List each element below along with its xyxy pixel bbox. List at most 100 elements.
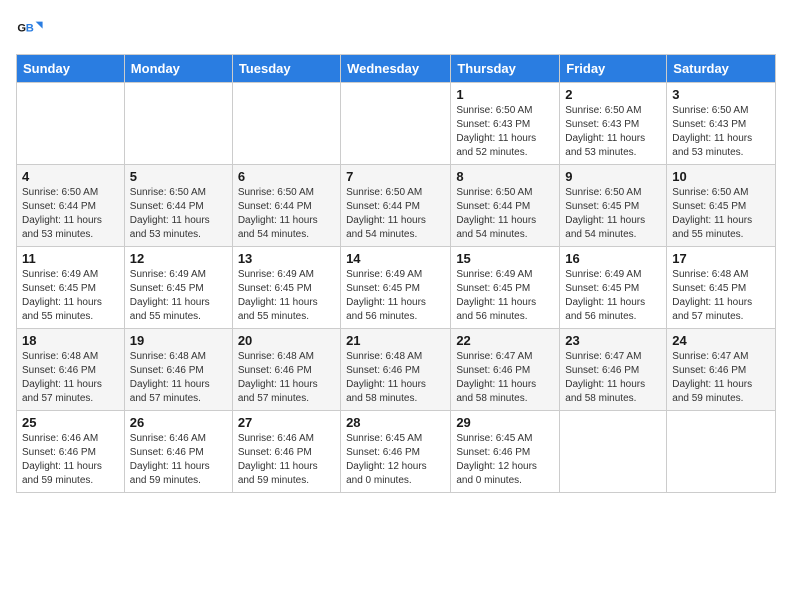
day-number: 9 (565, 169, 661, 184)
day-number: 16 (565, 251, 661, 266)
calendar-cell: 23 Sunrise: 6:47 AM Sunset: 6:46 PM Dayli… (560, 329, 667, 411)
day-info: Sunrise: 6:49 AM Sunset: 6:45 PM Dayligh… (238, 268, 335, 324)
svg-text:B: B (26, 22, 34, 34)
col-header-saturday: Saturday (667, 55, 776, 83)
calendar-cell: 3Sunrise: 6:50 AM Sunset: 6:43 PM Daylig… (667, 83, 776, 165)
calendar-cell: 25 Sunrise: 6:46 AM Sunset: 6:46 PM Dayli… (17, 411, 125, 493)
calendar-cell: 21 Sunrise: 6:48 AM Sunset: 6:46 PM Dayli… (341, 329, 451, 411)
day-info: Sunrise: 6:46 AM Sunset: 6:46 PM Dayligh… (238, 432, 335, 488)
day-info: Sunrise: 6:49 AM Sunset: 6:45 PM Dayligh… (22, 268, 119, 324)
calendar-cell (667, 411, 776, 493)
calendar-cell: 20Sunrise: 6:48 AM Sunset: 6:46 PM Dayli… (232, 329, 340, 411)
day-info: Sunrise: 6:50 AM Sunset: 6:43 PM Dayligh… (672, 104, 770, 160)
page-header: G B (16, 16, 776, 44)
col-header-sunday: Sunday (17, 55, 125, 83)
calendar-cell: 2 Sunrise: 6:50 AM Sunset: 6:43 PM Daylig… (560, 83, 667, 165)
day-info: Sunrise: 6:49 AM Sunset: 6:45 PM Dayligh… (456, 268, 554, 324)
day-number: 14 (346, 251, 445, 266)
day-number: 7 (346, 169, 445, 184)
calendar-cell: 17 Sunrise: 6:48 AM Sunset: 6:45 PM Dayli… (667, 247, 776, 329)
day-number: 1 (456, 87, 554, 102)
day-info: Sunrise: 6:50 AM Sunset: 6:44 PM Dayligh… (238, 186, 335, 242)
day-number: 15 (456, 251, 554, 266)
day-info: Sunrise: 6:47 AM Sunset: 6:46 PM Dayligh… (565, 350, 661, 406)
calendar-cell: 19 Sunrise: 6:48 AM Sunset: 6:46 PM Dayli… (124, 329, 232, 411)
day-number: 13 (238, 251, 335, 266)
day-info: Sunrise: 6:48 AM Sunset: 6:46 PM Dayligh… (346, 350, 445, 406)
day-number: 17 (672, 251, 770, 266)
day-info: Sunrise: 6:50 AM Sunset: 6:45 PM Dayligh… (565, 186, 661, 242)
calendar-cell: 7 Sunrise: 6:50 AM Sunset: 6:44 PM Daylig… (341, 165, 451, 247)
day-number: 26 (130, 415, 227, 430)
col-header-wednesday: Wednesday (341, 55, 451, 83)
day-info: Sunrise: 6:46 AM Sunset: 6:46 PM Dayligh… (22, 432, 119, 488)
col-header-thursday: Thursday (451, 55, 560, 83)
calendar-cell: 4 Sunrise: 6:50 AM Sunset: 6:44 PM Daylig… (17, 165, 125, 247)
day-info: Sunrise: 6:49 AM Sunset: 6:45 PM Dayligh… (346, 268, 445, 324)
day-info: Sunrise: 6:47 AM Sunset: 6:46 PM Dayligh… (672, 350, 770, 406)
calendar-cell: 27 Sunrise: 6:46 AM Sunset: 6:46 PM Dayli… (232, 411, 340, 493)
calendar-cell: 1 Sunrise: 6:50 AM Sunset: 6:43 PM Daylig… (451, 83, 560, 165)
calendar-cell (124, 83, 232, 165)
day-info: Sunrise: 6:50 AM Sunset: 6:43 PM Dayligh… (456, 104, 554, 160)
calendar-cell: 15 Sunrise: 6:49 AM Sunset: 6:45 PM Dayli… (451, 247, 560, 329)
day-info: Sunrise: 6:50 AM Sunset: 6:44 PM Dayligh… (130, 186, 227, 242)
calendar-cell: 6 Sunrise: 6:50 AM Sunset: 6:44 PM Daylig… (232, 165, 340, 247)
calendar-cell: 8Sunrise: 6:50 AM Sunset: 6:44 PM Daylig… (451, 165, 560, 247)
calendar-cell: 22 Sunrise: 6:47 AM Sunset: 6:46 PM Dayli… (451, 329, 560, 411)
day-info: Sunrise: 6:50 AM Sunset: 6:44 PM Dayligh… (456, 186, 554, 242)
col-header-tuesday: Tuesday (232, 55, 340, 83)
day-number: 4 (22, 169, 119, 184)
calendar-cell (17, 83, 125, 165)
calendar-cell: 13 Sunrise: 6:49 AM Sunset: 6:45 PM Dayli… (232, 247, 340, 329)
day-number: 6 (238, 169, 335, 184)
day-info: Sunrise: 6:50 AM Sunset: 6:44 PM Dayligh… (346, 186, 445, 242)
calendar-cell (232, 83, 340, 165)
day-info: Sunrise: 6:47 AM Sunset: 6:46 PM Dayligh… (456, 350, 554, 406)
day-number: 21 (346, 333, 445, 348)
day-info: Sunrise: 6:50 AM Sunset: 6:44 PM Dayligh… (22, 186, 119, 242)
day-info: Sunrise: 6:46 AM Sunset: 6:46 PM Dayligh… (130, 432, 227, 488)
logo: G B (16, 16, 48, 44)
day-info: Sunrise: 6:49 AM Sunset: 6:45 PM Dayligh… (130, 268, 227, 324)
calendar-cell: 5 Sunrise: 6:50 AM Sunset: 6:44 PM Daylig… (124, 165, 232, 247)
day-number: 24 (672, 333, 770, 348)
day-info: Sunrise: 6:49 AM Sunset: 6:45 PM Dayligh… (565, 268, 661, 324)
day-info: Sunrise: 6:48 AM Sunset: 6:46 PM Dayligh… (22, 350, 119, 406)
calendar-table: SundayMondayTuesdayWednesdayThursdayFrid… (16, 54, 776, 493)
calendar-cell: 10 Sunrise: 6:50 AM Sunset: 6:45 PM Dayli… (667, 165, 776, 247)
day-number: 23 (565, 333, 661, 348)
day-info: Sunrise: 6:45 AM Sunset: 6:46 PM Dayligh… (456, 432, 554, 488)
day-number: 5 (130, 169, 227, 184)
day-info: Sunrise: 6:48 AM Sunset: 6:46 PM Dayligh… (130, 350, 227, 406)
day-number: 18 (22, 333, 119, 348)
day-number: 29 (456, 415, 554, 430)
logo-icon: G B (16, 16, 44, 44)
day-number: 28 (346, 415, 445, 430)
calendar-cell: 29 Sunrise: 6:45 AM Sunset: 6:46 PM Dayli… (451, 411, 560, 493)
calendar-cell: 26 Sunrise: 6:46 AM Sunset: 6:46 PM Dayli… (124, 411, 232, 493)
day-info: Sunrise: 6:45 AM Sunset: 6:46 PM Dayligh… (346, 432, 445, 488)
day-info: Sunrise: 6:48 AM Sunset: 6:46 PM Dayligh… (238, 350, 335, 406)
col-header-monday: Monday (124, 55, 232, 83)
day-number: 27 (238, 415, 335, 430)
day-number: 22 (456, 333, 554, 348)
calendar-cell: 24 Sunrise: 6:47 AM Sunset: 6:46 PM Dayli… (667, 329, 776, 411)
day-info: Sunrise: 6:48 AM Sunset: 6:45 PM Dayligh… (672, 268, 770, 324)
calendar-cell: 9 Sunrise: 6:50 AM Sunset: 6:45 PM Daylig… (560, 165, 667, 247)
day-number: 19 (130, 333, 227, 348)
day-info: Sunrise: 6:50 AM Sunset: 6:45 PM Dayligh… (672, 186, 770, 242)
day-info: Sunrise: 6:50 AM Sunset: 6:43 PM Dayligh… (565, 104, 661, 160)
calendar-cell: 16 Sunrise: 6:49 AM Sunset: 6:45 PM Dayli… (560, 247, 667, 329)
calendar-cell (560, 411, 667, 493)
day-number: 25 (22, 415, 119, 430)
day-number: 10 (672, 169, 770, 184)
calendar-cell: 14 Sunrise: 6:49 AM Sunset: 6:45 PM Dayli… (341, 247, 451, 329)
day-number: 2 (565, 87, 661, 102)
calendar-cell (341, 83, 451, 165)
day-number: 12 (130, 251, 227, 266)
svg-text:G: G (17, 22, 26, 34)
col-header-friday: Friday (560, 55, 667, 83)
calendar-cell: 12 Sunrise: 6:49 AM Sunset: 6:45 PM Dayli… (124, 247, 232, 329)
day-number: 11 (22, 251, 119, 266)
